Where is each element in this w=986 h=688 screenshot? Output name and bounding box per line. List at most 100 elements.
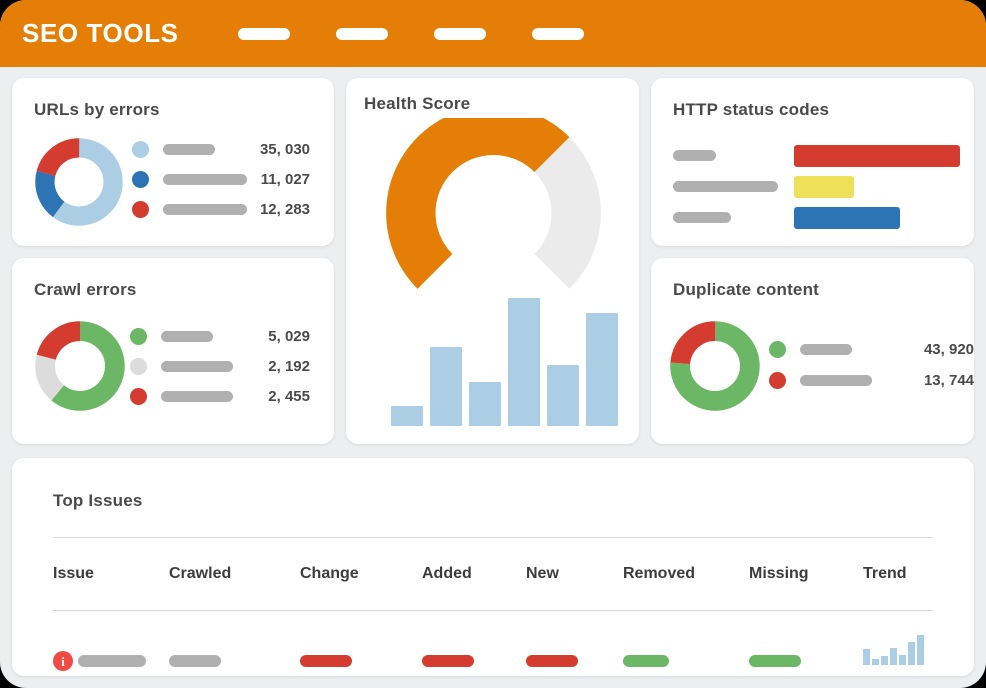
legend-dot-red [769, 372, 786, 389]
card-urls-by-errors: URLs by errors 35, 030 11, 027 12, 283 [12, 78, 334, 246]
app-header: SEO TOOLS [0, 0, 986, 67]
cell-issue-bar [78, 655, 146, 667]
legend-dot-green [130, 327, 147, 345]
legend-value: 5, 029 [268, 327, 310, 345]
page-title-top-issues: Top Issues [53, 491, 143, 510]
legend-dot-light-gray [130, 357, 147, 375]
table-divider-bottom [53, 610, 933, 611]
legend-item: 2, 455 [130, 381, 310, 411]
cell-new-bar [526, 655, 578, 667]
nav-pill-2[interactable] [335, 27, 388, 40]
http-status-row [673, 171, 961, 202]
legend-value: 43, 920 [923, 341, 974, 358]
legend-bar [800, 375, 872, 386]
legend-item: 11, 027 [132, 164, 310, 194]
card-title-crawl-errors: Crawl errors [34, 280, 137, 299]
nav-pill-3[interactable] [433, 27, 486, 40]
legend-dot-green [769, 341, 786, 358]
http-status-row [673, 140, 961, 171]
legend-item: 5, 029 [130, 321, 310, 351]
legend-value: 2, 455 [268, 387, 310, 405]
legend-value: 12, 283 [259, 200, 310, 218]
legend-urls-by-errors: 35, 030 11, 027 12, 283 [132, 134, 310, 224]
donut-chart-urls-by-errors [34, 137, 124, 232]
card-title-urls-by-errors: URLs by errors [34, 100, 160, 119]
sparkline-bar [917, 635, 924, 665]
gauge-chart-health-score [386, 105, 601, 318]
table-header-trend[interactable]: Trend [863, 565, 907, 583]
nav-pill-1[interactable] [237, 27, 290, 40]
cell-crawled-bar [169, 655, 221, 667]
legend-bar [161, 390, 233, 402]
donut-chart-duplicate-content [669, 320, 761, 417]
legend-value: 11, 027 [260, 170, 310, 188]
table-header-crawled[interactable]: Crawled [169, 565, 231, 583]
legend-dot-light-blue [132, 140, 149, 158]
legend-dot-red [132, 200, 149, 218]
legend-item: 35, 030 [132, 134, 310, 164]
table-header-change[interactable]: Change [300, 565, 359, 583]
legend-value: 13, 744 [923, 372, 974, 389]
header-nav [237, 27, 630, 40]
bar-chart-bar [586, 313, 618, 426]
sparkline-bar [863, 649, 870, 665]
http-status-label [673, 150, 716, 161]
legend-bar [161, 330, 213, 342]
card-title-http-status-codes: HTTP status codes [673, 100, 830, 119]
table-header-added[interactable]: Added [422, 565, 472, 583]
table-header-missing[interactable]: Missing [749, 565, 809, 583]
card-crawl-errors: Crawl errors 5, 029 2, 192 2, 455 [12, 258, 334, 444]
table-header-removed[interactable]: Removed [623, 565, 695, 583]
table-header-issue[interactable]: Issue [53, 565, 94, 583]
http-status-row [673, 202, 961, 233]
legend-bar [163, 203, 247, 215]
trend-sparkline [863, 635, 926, 665]
bar-chart-bar [508, 298, 540, 426]
http-status-label [673, 181, 778, 192]
sparkline-bar [890, 648, 897, 665]
bar-chart-bar [547, 365, 579, 426]
http-status-label [673, 212, 731, 223]
nav-pill-4[interactable] [531, 27, 584, 40]
cell-missing-bar [749, 655, 801, 667]
legend-value: 35, 030 [259, 140, 310, 158]
legend-item: 13, 744 [769, 365, 974, 396]
sparkline-bar [908, 642, 915, 665]
cell-change-bar [300, 655, 352, 667]
legend-duplicate-content: 43, 920 13, 744 [769, 334, 974, 396]
http-status-bar-yellow [794, 175, 854, 198]
sparkline-bar [872, 659, 879, 665]
cell-added-bar [422, 655, 474, 667]
legend-value: 2, 192 [268, 357, 310, 375]
card-health-score: Health Score [346, 78, 639, 444]
card-title-health-score: Health Score [364, 94, 471, 113]
brand-title: SEO TOOLS [22, 18, 179, 48]
info-icon[interactable]: i [53, 651, 73, 671]
bar-chart-health-score [391, 298, 618, 426]
legend-dot-red [130, 387, 147, 405]
table-divider-top [53, 537, 933, 538]
legend-bar [163, 173, 247, 185]
legend-item: 43, 920 [769, 334, 974, 365]
card-title-duplicate-content: Duplicate content [673, 280, 820, 299]
card-duplicate-content: Duplicate content 43, 920 13, 744 [651, 258, 974, 444]
legend-crawl-errors: 5, 029 2, 192 2, 455 [130, 321, 310, 411]
http-status-bar-red [794, 144, 960, 167]
sparkline-bar [881, 656, 888, 665]
cell-removed-bar [623, 655, 669, 667]
bar-chart-bar [391, 406, 423, 426]
legend-bar [800, 344, 852, 355]
bar-chart-bar [430, 347, 462, 426]
table-header-new[interactable]: New [526, 565, 559, 583]
donut-chart-crawl-errors [34, 320, 126, 417]
http-status-bar-list [673, 140, 961, 233]
card-http-status-codes: HTTP status codes [651, 78, 974, 246]
http-status-bar-blue [794, 206, 900, 229]
dashboard-root: SEO TOOLS URLs by errors 35, 030 11, 027… [0, 0, 986, 688]
card-top-issues: Top Issues Issue Crawled Change Added Ne… [12, 458, 974, 676]
sparkline-bar [899, 655, 906, 665]
bar-chart-bar [469, 382, 501, 426]
legend-item: 12, 283 [132, 194, 310, 224]
legend-bar [161, 360, 233, 372]
legend-dot-dark-blue [132, 170, 149, 188]
